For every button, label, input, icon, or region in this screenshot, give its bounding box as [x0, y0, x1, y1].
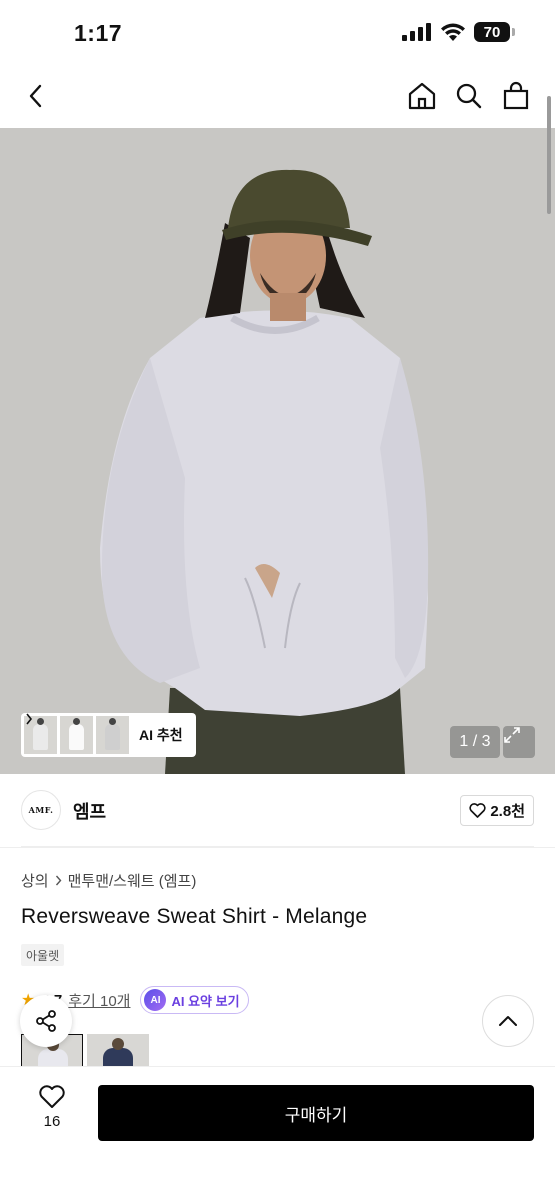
- status-bar: 1:17 70: [0, 0, 555, 64]
- ai-recommend-thumb: [96, 716, 129, 754]
- battery-icon: 70: [474, 22, 515, 42]
- ai-recommend-button[interactable]: AI 추천: [21, 713, 196, 757]
- signal-icon: [402, 23, 431, 41]
- review-link[interactable]: 후기 10개: [68, 990, 130, 1011]
- scroll-top-button[interactable]: [482, 995, 534, 1047]
- ai-recommend-thumb: [60, 716, 93, 754]
- expand-button[interactable]: [503, 726, 535, 758]
- buy-button[interactable]: 구매하기: [98, 1085, 534, 1141]
- ai-recommend-label: AI 추천: [139, 727, 183, 743]
- chevron-right-icon: [26, 713, 33, 725]
- image-page-counter: 1 / 3: [450, 726, 500, 758]
- chevron-left-icon: [29, 84, 42, 108]
- brand-like-button[interactable]: 2.8천: [460, 795, 534, 826]
- brand-logo[interactable]: AMF.: [21, 790, 61, 830]
- search-button[interactable]: [451, 78, 487, 114]
- shopping-bag-icon: [503, 81, 529, 110]
- ai-summary-button[interactable]: AI AI 요약 보기: [140, 986, 249, 1014]
- expand-icon: [504, 727, 520, 743]
- brand-row: AMF. 엠프 2.8천: [0, 774, 555, 848]
- status-icons: 70: [402, 22, 515, 42]
- product-image-gallery[interactable]: AI 추천 1 / 3: [0, 128, 555, 774]
- brand-name[interactable]: 엠프: [73, 798, 106, 824]
- product-photo: [0, 128, 555, 774]
- scrollbar[interactable]: [547, 96, 551, 214]
- wifi-icon: [441, 23, 465, 41]
- battery-level: 70: [474, 22, 510, 42]
- ai-summary-label: AI 요약 보기: [171, 993, 240, 1009]
- heart-icon: [469, 803, 486, 818]
- back-button[interactable]: [18, 78, 54, 114]
- breadcrumb-item[interactable]: 상의: [21, 870, 49, 891]
- chevron-up-icon: [499, 1016, 517, 1026]
- color-option-navy[interactable]: [87, 1034, 149, 1070]
- status-time: 1:17: [74, 20, 123, 46]
- share-button[interactable]: [20, 995, 72, 1047]
- breadcrumb-item[interactable]: 맨투맨/스웨트 (엠프): [68, 870, 197, 891]
- search-icon: [456, 83, 482, 109]
- cart-button[interactable]: [498, 78, 534, 114]
- product-title: Reversweave Sweat Shirt - Melange: [21, 905, 368, 928]
- home-icon: [408, 82, 436, 110]
- nav-bar: [0, 64, 555, 128]
- home-button[interactable]: [404, 78, 440, 114]
- wishlist-count: 16: [43, 1113, 61, 1130]
- share-icon: [36, 1010, 56, 1032]
- outlet-tag: 아울렛: [21, 944, 65, 966]
- ai-badge-icon: AI: [144, 989, 167, 1011]
- chevron-right-icon: [55, 875, 62, 886]
- brand-like-count: 2.8천: [490, 803, 525, 820]
- breadcrumb: 상의 맨투맨/스웨트 (엠프): [21, 870, 196, 891]
- bottom-action-bar: 16 구매하기: [0, 1066, 555, 1200]
- wishlist-button[interactable]: 16: [26, 1085, 78, 1137]
- heart-icon: [39, 1085, 65, 1108]
